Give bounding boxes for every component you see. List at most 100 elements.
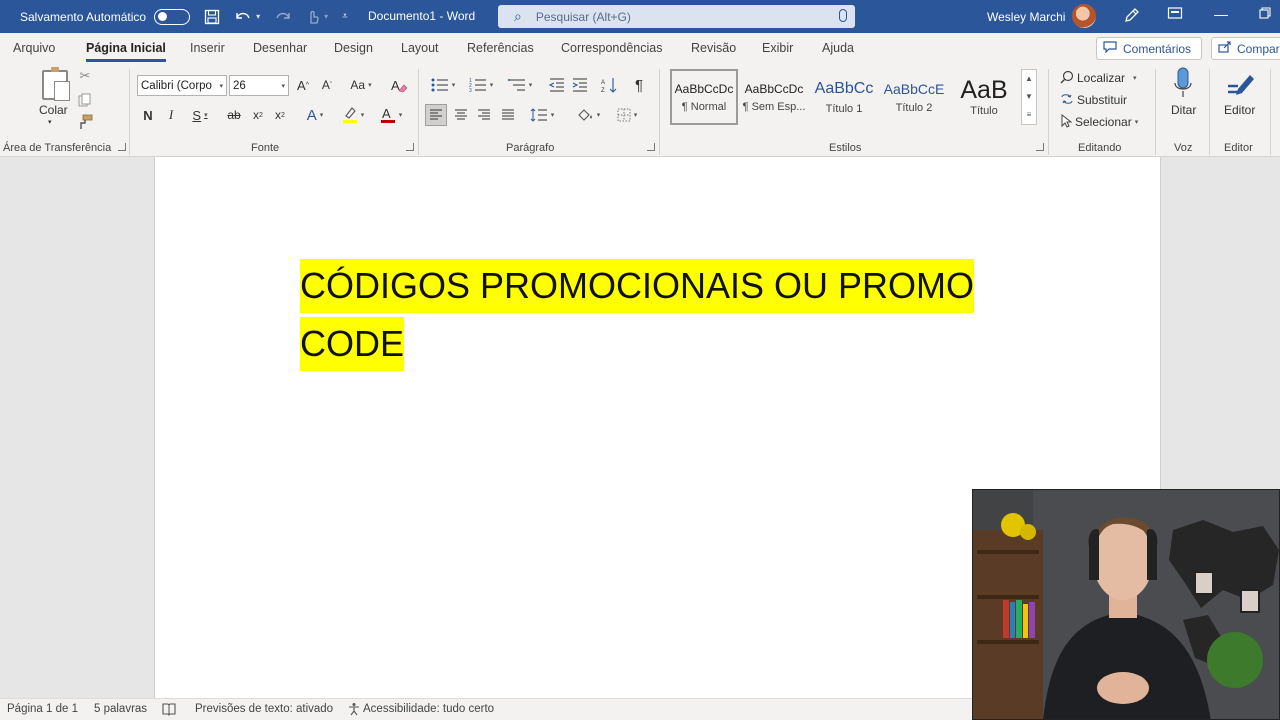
editor-button[interactable]: Editor: [1224, 103, 1255, 117]
align-center-icon[interactable]: [450, 104, 472, 126]
underline-icon[interactable]: S ▾: [186, 105, 214, 125]
page-count[interactable]: Página 1 de 1: [7, 703, 78, 715]
borders-icon[interactable]: ▾: [610, 104, 644, 126]
editor-icon[interactable]: [1225, 69, 1255, 101]
paste-icon[interactable]: [42, 67, 70, 101]
tab-layout[interactable]: Layout: [401, 41, 439, 55]
increase-indent-icon[interactable]: [571, 75, 589, 95]
style-title[interactable]: AaB Título: [950, 69, 1018, 125]
minimize-icon[interactable]: —: [1214, 6, 1228, 22]
chevron-down-icon[interactable]: ▼: [1022, 88, 1036, 106]
microphone-icon[interactable]: [1170, 67, 1196, 99]
multilevel-list-icon[interactable]: ▾: [503, 75, 537, 95]
document-line-1[interactable]: CÓDIGOS PROMOCIONAIS OU PROMO: [300, 259, 975, 313]
clear-formatting-icon[interactable]: A: [389, 75, 409, 95]
search-box[interactable]: ⌕ Pesquisar (Alt+G): [498, 5, 855, 28]
align-right-icon[interactable]: [473, 104, 495, 126]
line-spacing-icon[interactable]: ▾: [526, 104, 558, 126]
styles-launcher-icon[interactable]: [1036, 143, 1044, 151]
autosave-toggle[interactable]: [154, 8, 191, 25]
replace-label: Substituir: [1077, 93, 1128, 107]
style-heading-2[interactable]: AaBbCcE Título 2: [880, 69, 948, 125]
font-color-icon[interactable]: A ▾: [375, 105, 407, 125]
font-name-combo[interactable]: Calibri (Corpo ▾: [137, 75, 227, 96]
style-no-spacing[interactable]: AaBbCcDc ¶ Sem Esp...: [740, 69, 808, 125]
microphone-icon[interactable]: [839, 9, 847, 22]
tab-design[interactable]: Design: [334, 41, 373, 55]
clipboard-launcher-icon[interactable]: [118, 143, 126, 151]
undo-icon[interactable]: ▾: [234, 9, 260, 25]
find-button[interactable]: Localizar ▾: [1060, 69, 1137, 87]
paste-dropdown-icon[interactable]: ▾: [48, 118, 52, 126]
font-launcher-icon[interactable]: [406, 143, 414, 151]
dictate-button[interactable]: Ditar: [1171, 103, 1196, 117]
accessibility-status[interactable]: Acessibilidade: tudo certo: [363, 703, 494, 715]
document-line-2[interactable]: CODE: [300, 317, 405, 371]
search-icon: ⌕: [514, 8, 522, 24]
user-name[interactable]: Wesley Marchi: [987, 10, 1065, 24]
shrink-font-icon[interactable]: Aˇ: [318, 75, 336, 95]
share-label: Compar: [1237, 41, 1280, 56]
cut-icon[interactable]: ✂: [78, 68, 92, 84]
align-left-icon[interactable]: [425, 104, 447, 126]
save-icon[interactable]: [204, 9, 220, 25]
redo-icon[interactable]: [274, 9, 292, 25]
paste-label[interactable]: Colar: [39, 103, 68, 117]
paragraph-launcher-icon[interactable]: [647, 143, 655, 151]
touch-mode-icon[interactable]: ▾: [306, 9, 328, 25]
numbering-icon[interactable]: 1 2 3 ▾: [464, 75, 498, 95]
tab-ajuda[interactable]: Ajuda: [822, 41, 854, 55]
show-marks-icon[interactable]: ¶: [630, 75, 648, 95]
change-case-icon[interactable]: Aa ▾: [346, 75, 376, 95]
styles-scroll[interactable]: ▲ ▼ ≡: [1021, 69, 1037, 125]
customize-toolbar-icon[interactable]: ⩡: [342, 11, 348, 22]
shading-icon[interactable]: ▾: [571, 104, 605, 126]
style-normal[interactable]: AaBbCcDc ¶ Normal: [670, 69, 738, 125]
pen-icon[interactable]: [1123, 6, 1141, 27]
format-painter-icon[interactable]: [77, 114, 93, 130]
avatar[interactable]: [1072, 4, 1096, 28]
proofing-icon[interactable]: [162, 702, 176, 719]
chevron-up-icon[interactable]: ▲: [1022, 70, 1036, 88]
accessibility-icon[interactable]: [347, 702, 361, 719]
more-styles-icon[interactable]: ≡: [1022, 106, 1036, 124]
style-heading-1[interactable]: AaBbCc Título 1: [810, 69, 878, 125]
subscript-icon[interactable]: x2: [250, 105, 266, 125]
style-sample: AaBbCc: [814, 79, 874, 97]
search-placeholder: Pesquisar (Alt+G): [535, 9, 631, 24]
bold-icon[interactable]: N: [139, 105, 157, 125]
tab-referencias[interactable]: Referências: [467, 41, 534, 55]
tab-correspondencias[interactable]: Correspondências: [561, 41, 662, 55]
superscript-icon[interactable]: x2: [272, 105, 288, 125]
share-button[interactable]: Compar: [1211, 37, 1280, 60]
style-sample: AaBbCcDc: [674, 81, 734, 96]
decrease-indent-icon[interactable]: [548, 75, 566, 95]
word-count[interactable]: 5 palavras: [94, 703, 147, 715]
text-effects-icon[interactable]: A ▾: [300, 105, 330, 125]
bullets-icon[interactable]: ▾: [426, 75, 460, 95]
tab-desenhar[interactable]: Desenhar: [253, 41, 307, 55]
italic-icon[interactable]: I: [163, 105, 179, 125]
text-predictions[interactable]: Previsões de texto: ativado: [195, 703, 333, 715]
tab-pagina-inicial[interactable]: Página Inicial: [86, 41, 166, 62]
style-name: Título: [970, 105, 998, 117]
comments-button[interactable]: Comentários: [1096, 37, 1202, 60]
sort-icon[interactable]: AZ: [600, 75, 620, 95]
strikethrough-icon[interactable]: ab: [224, 105, 244, 125]
tab-arquivo[interactable]: Arquivo: [13, 41, 55, 55]
replace-button[interactable]: Substituir: [1060, 91, 1127, 109]
copy-icon[interactable]: [77, 92, 93, 108]
grow-font-icon[interactable]: A ^: [294, 75, 312, 95]
tab-inserir[interactable]: Inserir: [190, 41, 225, 55]
comments-label: Comentários: [1123, 41, 1192, 56]
voice-group-label: Voz: [1174, 142, 1193, 154]
highlight-color-icon[interactable]: ▾: [338, 105, 368, 125]
group-separator: [1048, 69, 1049, 155]
justify-icon[interactable]: [497, 104, 519, 126]
ribbon-display-icon[interactable]: [1167, 6, 1183, 23]
tab-exibir[interactable]: Exibir: [762, 41, 793, 55]
restore-icon[interactable]: [1259, 6, 1271, 22]
select-button[interactable]: Selecionar ▾: [1060, 113, 1138, 131]
font-size-combo[interactable]: 26 ▾: [229, 75, 289, 96]
tab-revisao[interactable]: Revisão: [691, 41, 736, 55]
